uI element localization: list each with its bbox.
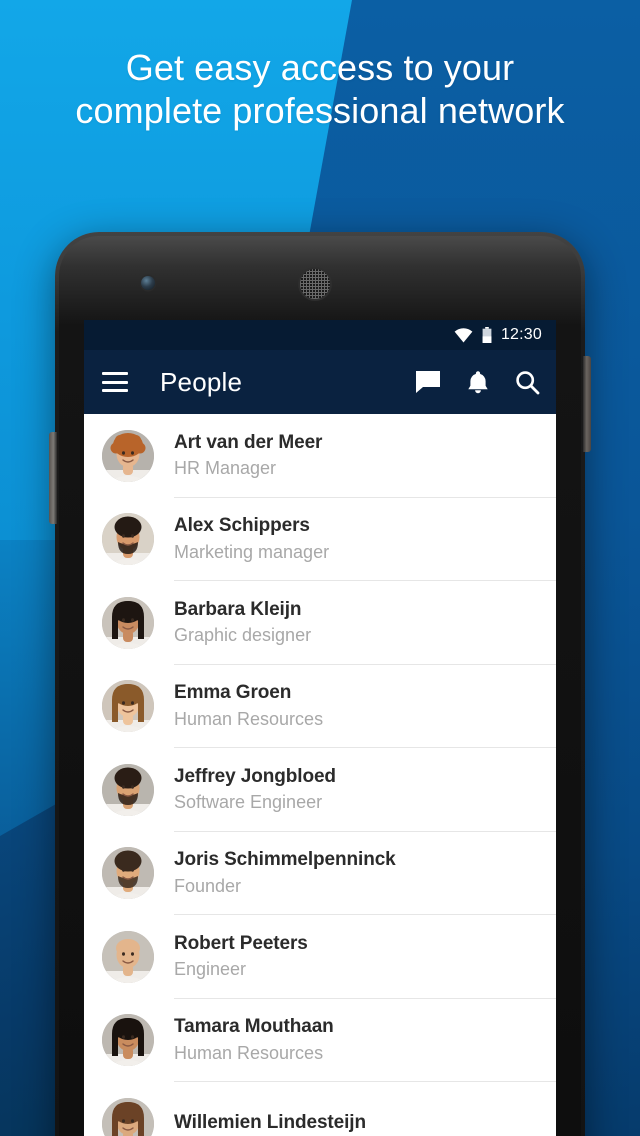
avatar	[102, 930, 154, 983]
phone-device: 12:30 People Art van der Meer HR Manager…	[49, 232, 591, 1136]
person-text: Tamara Mouthaan Human Resources	[174, 1015, 334, 1065]
chat-bubble-icon[interactable]	[415, 370, 441, 394]
person-name: Jeffrey Jongbloed	[174, 765, 336, 787]
person-text: Emma Groen Human Resources	[174, 681, 323, 731]
person-name: Barbara Kleijn	[174, 598, 302, 620]
front-camera-icon	[141, 276, 155, 290]
avatar	[102, 680, 154, 733]
person-role: Graphic designer	[174, 625, 312, 646]
person-list-item[interactable]: Emma Groen Human Resources	[84, 664, 556, 748]
person-name: Alex Schippers	[174, 515, 310, 537]
wifi-icon	[454, 327, 473, 343]
person-text: Jeffrey Jongbloed Software Engineer	[174, 765, 336, 815]
app-bar-actions	[415, 370, 540, 395]
person-list-item[interactable]: Jeffrey Jongbloed Software Engineer	[84, 748, 556, 832]
page-title: People	[160, 366, 243, 397]
battery-icon	[482, 327, 492, 343]
search-icon[interactable]	[515, 370, 540, 395]
person-list-item[interactable]: Art van der Meer HR Manager	[84, 414, 556, 498]
person-role: Marketing manager	[174, 541, 330, 562]
bell-icon[interactable]	[467, 370, 489, 395]
person-role: HR Manager	[174, 458, 277, 479]
app-bar: People	[84, 350, 556, 414]
earpiece-speaker-icon	[300, 269, 330, 299]
person-text: Willemien Lindesteijn	[174, 1111, 366, 1136]
avatar	[102, 847, 154, 900]
avatar	[102, 596, 154, 649]
person-list-item[interactable]: Willemien Lindesteijn	[84, 1082, 556, 1136]
person-name: Art van der Meer	[174, 431, 323, 453]
person-list-item[interactable]: Barbara Kleijn Graphic designer	[84, 581, 556, 665]
person-role: Software Engineer	[174, 792, 323, 813]
person-name: Joris Schimmelpenninck	[174, 849, 396, 871]
status-bar-clock: 12:30	[500, 326, 542, 343]
hamburger-menu-icon[interactable]	[102, 372, 128, 392]
person-text: Robert Peeters Engineer	[174, 932, 308, 982]
person-name: Willemien Lindesteijn	[174, 1111, 366, 1133]
person-name: Tamara Mouthaan	[174, 1016, 334, 1038]
person-list-item[interactable]: Robert Peeters Engineer	[84, 915, 556, 999]
person-role: Engineer	[174, 959, 247, 980]
avatar	[102, 1014, 154, 1067]
person-role: Human Resources	[174, 708, 324, 729]
people-list[interactable]: Art van der Meer HR Manager Alex Schippe…	[84, 414, 556, 1136]
person-list-item[interactable]: Tamara Mouthaan Human Resources	[84, 998, 556, 1082]
phone-screen: 12:30 People Art van der Meer HR Manager…	[84, 320, 556, 1136]
power-button[interactable]	[583, 356, 591, 452]
person-role: Founder	[174, 875, 242, 896]
promo-screenshot: Get easy access to your complete profess…	[0, 0, 640, 1136]
person-list-item[interactable]: Joris Schimmelpenninck Founder	[84, 831, 556, 915]
volume-button[interactable]	[49, 432, 57, 524]
person-name: Robert Peeters	[174, 932, 308, 954]
status-bar: 12:30	[84, 320, 556, 350]
person-role: Human Resources	[174, 1042, 324, 1063]
avatar	[102, 763, 154, 816]
person-text: Barbara Kleijn Graphic designer	[174, 598, 311, 648]
person-text: Joris Schimmelpenninck Founder	[174, 848, 396, 898]
avatar	[102, 513, 154, 566]
person-name: Emma Groen	[174, 682, 292, 704]
avatar	[102, 1097, 154, 1136]
avatar	[102, 429, 154, 482]
person-text: Art van der Meer HR Manager	[174, 431, 322, 481]
person-text: Alex Schippers Marketing manager	[174, 514, 329, 564]
person-list-item[interactable]: Alex Schippers Marketing manager	[84, 497, 556, 581]
promo-headline: Get easy access to your complete profess…	[75, 47, 565, 131]
